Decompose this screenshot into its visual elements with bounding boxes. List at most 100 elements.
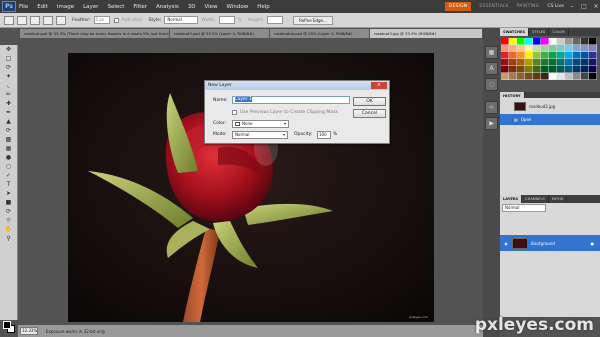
swatch-cell[interactable] xyxy=(525,38,533,45)
foreground-color-swatch[interactable] xyxy=(3,321,11,329)
menu-edit[interactable]: Edit xyxy=(37,4,48,10)
swatch-cell[interactable] xyxy=(501,66,509,73)
swatch-cell[interactable] xyxy=(573,45,581,52)
swap-icon[interactable]: ⇆ xyxy=(238,18,242,23)
menu-layer[interactable]: Layer xyxy=(83,4,98,10)
swatch-cell[interactable] xyxy=(565,66,573,73)
history-state-open[interactable]: ▤ Open xyxy=(500,114,600,125)
swatch-cell[interactable] xyxy=(589,59,597,66)
tab-paths[interactable]: PATHS xyxy=(549,195,568,203)
swatches-dock-icon[interactable]: ▦ xyxy=(485,46,498,59)
history-snapshot-row[interactable]: rosebud3.jpg xyxy=(500,101,600,112)
swatch-cell[interactable] xyxy=(509,59,517,66)
clipping-mask-checkbox[interactable] xyxy=(232,110,237,115)
swatch-cell[interactable] xyxy=(501,45,509,52)
swatch-cell[interactable] xyxy=(541,59,549,66)
swatch-cell[interactable] xyxy=(509,52,517,59)
layer-visibility-eye-icon[interactable]: ◉ xyxy=(500,241,512,246)
swatch-cell[interactable] xyxy=(565,45,573,52)
swatch-cell[interactable] xyxy=(589,38,597,45)
workspace-essentials-button[interactable]: ESSENTIALS xyxy=(479,4,508,9)
swatch-cell[interactable] xyxy=(533,38,541,45)
cancel-button[interactable]: Cancel xyxy=(353,109,386,118)
swatch-cell[interactable] xyxy=(533,73,541,80)
mode-select[interactable]: Normal ▾ xyxy=(232,131,288,139)
swatch-cell[interactable] xyxy=(533,59,541,66)
healing-brush-tool-icon[interactable]: ✚ xyxy=(3,100,15,108)
swatch-cell[interactable] xyxy=(533,66,541,73)
swatch-cell[interactable] xyxy=(549,38,557,45)
dialog-title-bar[interactable]: New Layer xyxy=(205,81,389,90)
tab-styles[interactable]: STYLES xyxy=(529,28,550,36)
gradient-tool-icon[interactable]: ▦ xyxy=(3,145,15,153)
swatch-cell[interactable] xyxy=(525,52,533,59)
doc-tab-rosebud3-jpg[interactable]: rosebud3.jpg @ 33.3% (RGB/8#) xyxy=(370,29,483,38)
swatch-cell[interactable] xyxy=(517,38,525,45)
menu-file[interactable]: File xyxy=(19,4,28,10)
swatch-cell[interactable] xyxy=(525,66,533,73)
layer-name-input[interactable]: Layer 1 xyxy=(232,96,350,104)
eraser-tool-icon[interactable]: ▩ xyxy=(3,136,15,144)
history-dock-icon[interactable]: ♾ xyxy=(485,101,498,114)
swatch-cell[interactable] xyxy=(549,59,557,66)
swatch-cell[interactable] xyxy=(573,73,581,80)
blend-mode-select[interactable]: Normal xyxy=(502,204,546,212)
opacity-input[interactable]: 100 xyxy=(317,131,331,139)
color-select[interactable]: None ▾ xyxy=(232,120,289,128)
refine-edge-button[interactable]: Refine Edge... xyxy=(293,15,333,25)
close-icon[interactable]: × xyxy=(592,3,600,10)
swatch-cell[interactable] xyxy=(557,52,565,59)
swatch-cell[interactable] xyxy=(517,45,525,52)
swatch-cell[interactable] xyxy=(573,38,581,45)
history-brush-tool-icon[interactable]: ⟳ xyxy=(3,127,15,135)
dialog-close-button[interactable]: × xyxy=(371,82,387,89)
swatch-cell[interactable] xyxy=(501,73,509,80)
swatch-cell[interactable] xyxy=(517,59,525,66)
swatch-cell[interactable] xyxy=(549,66,557,73)
swatch-cell[interactable] xyxy=(589,45,597,52)
path-selection-tool-icon[interactable]: ➤ xyxy=(3,190,15,198)
pen-tool-icon[interactable]: ✓ xyxy=(3,172,15,180)
swatch-cell[interactable] xyxy=(517,73,525,80)
swatch-cell[interactable] xyxy=(517,52,525,59)
tab-swatches[interactable]: SWATCHES xyxy=(500,28,530,36)
swatch-cell[interactable] xyxy=(541,73,549,80)
swatch-cell[interactable] xyxy=(589,66,597,73)
zoom-tool-icon[interactable]: ⚲ xyxy=(3,235,15,243)
adjustments-dock-icon[interactable]: A xyxy=(485,62,498,75)
swatch-cell[interactable] xyxy=(541,45,549,52)
swatch-cell[interactable] xyxy=(557,38,565,45)
intersect-selection-icon[interactable] xyxy=(56,15,66,25)
swatch-cell[interactable] xyxy=(557,66,565,73)
swatch-cell[interactable] xyxy=(549,73,557,80)
move-tool-icon[interactable]: ✥ xyxy=(3,46,15,54)
swatch-cell[interactable] xyxy=(525,59,533,66)
doc-tab-rosebud3-psd[interactable]: rosebud3.psd @ 33.3% (Layer 4, RGB/8#) xyxy=(170,29,270,38)
add-selection-icon[interactable] xyxy=(30,15,40,25)
tab-channels[interactable]: CHANNELS xyxy=(522,195,549,203)
menu-filter[interactable]: Filter xyxy=(133,4,147,10)
swatch-cell[interactable] xyxy=(549,45,557,52)
swatch-cell[interactable] xyxy=(517,66,525,73)
workspace-design-button[interactable]: DESIGN xyxy=(444,2,472,11)
swatch-cell[interactable] xyxy=(581,73,589,80)
new-selection-icon[interactable] xyxy=(17,15,27,25)
subtract-selection-icon[interactable] xyxy=(43,15,53,25)
eyedropper-tool-icon[interactable]: ✏ xyxy=(3,91,15,99)
tab-layers[interactable]: LAYERS xyxy=(500,195,523,203)
swatch-cell[interactable] xyxy=(509,66,517,73)
masks-dock-icon[interactable]: ◌ xyxy=(485,78,498,91)
swatch-cell[interactable] xyxy=(581,59,589,66)
swatch-cell[interactable] xyxy=(525,73,533,80)
swatch-cell[interactable] xyxy=(501,52,509,59)
swatch-cell[interactable] xyxy=(533,52,541,59)
doc-tab-rosebuddo-psd[interactable]: rosebuddo.psd @ 25% (Layer 4, RGB/8#) xyxy=(270,29,370,38)
swatch-cell[interactable] xyxy=(573,52,581,59)
3d-rotate-tool-icon[interactable]: ⟳ xyxy=(3,208,15,216)
swatch-cell[interactable] xyxy=(573,66,581,73)
tab-color[interactable]: COLOR xyxy=(549,28,569,36)
menu-3d[interactable]: 3D xyxy=(188,4,196,10)
swatch-cell[interactable] xyxy=(573,59,581,66)
3d-orbit-tool-icon[interactable]: ☼ xyxy=(3,217,15,225)
marquee-tool-icon[interactable]: □ xyxy=(3,55,15,63)
